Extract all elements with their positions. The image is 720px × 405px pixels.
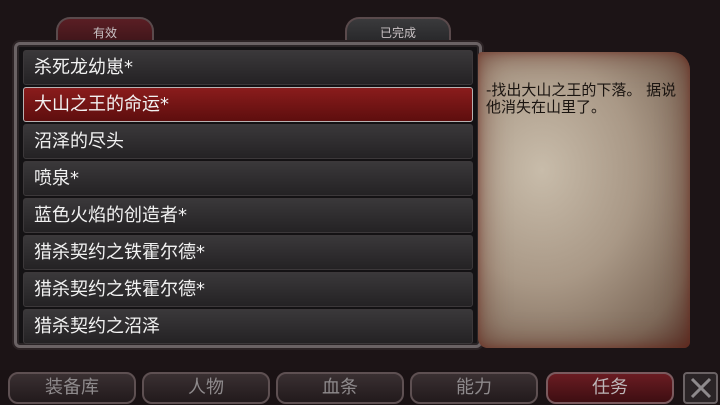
close-button[interactable]: [683, 372, 718, 404]
quest-item-hunt-contract-swamp[interactable]: 猎杀契约之沼泽: [23, 309, 473, 344]
quest-item-blue-flame-creator[interactable]: 蓝色火焰的创造者*: [23, 198, 473, 233]
quest-description-parchment: -找出大山之王的下落。 据说他消失在山里了。: [478, 52, 690, 348]
menu-button-abilities[interactable]: 能力: [410, 372, 538, 404]
menu-button-quests[interactable]: 任务: [546, 372, 674, 404]
menu-button-health[interactable]: 血条: [276, 372, 404, 404]
quest-item-kill-dragon-whelp[interactable]: 杀死龙幼崽*: [23, 50, 473, 85]
quest-item-hunt-contract-ironhold-1[interactable]: 猎杀契约之铁霍尔德*: [23, 235, 473, 270]
quest-item-mountain-king-fate[interactable]: 大山之王的命运*: [23, 87, 473, 122]
quest-item-end-of-swamp[interactable]: 沼泽的尽头: [23, 124, 473, 159]
quest-list-panel: 杀死龙幼崽* 大山之王的命运* 沼泽的尽头 喷泉* 蓝色火焰的创造者* 猎杀契约…: [14, 42, 482, 348]
quest-list[interactable]: 杀死龙幼崽* 大山之王的命运* 沼泽的尽头 喷泉* 蓝色火焰的创造者* 猎杀契约…: [23, 50, 473, 344]
menu-button-character[interactable]: 人物: [142, 372, 270, 404]
close-x-icon: [690, 377, 711, 399]
menu-button-equipment[interactable]: 装备库: [8, 372, 136, 404]
quest-description-text: -找出大山之王的下落。 据说他消失在山里了。: [486, 81, 677, 116]
quest-item-hunt-contract-ironhold-2[interactable]: 猎杀契约之铁霍尔德*: [23, 272, 473, 307]
quest-item-fountain[interactable]: 喷泉*: [23, 161, 473, 196]
